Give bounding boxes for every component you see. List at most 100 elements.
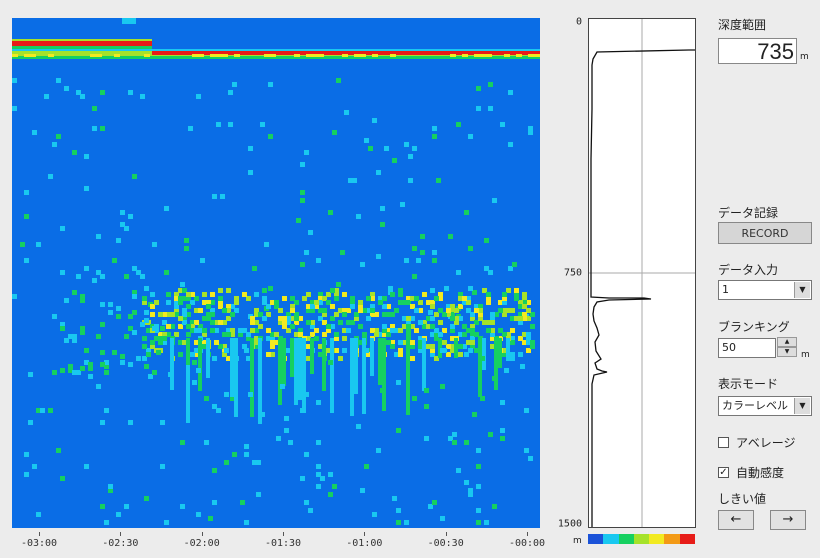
echo-cell [56, 134, 61, 139]
echo-cell [492, 504, 497, 509]
echo-cell [60, 368, 65, 373]
echo-cell [474, 332, 479, 337]
echo-cell [296, 218, 301, 223]
echo-cell [212, 194, 217, 199]
display-mode-label: 表示モード [718, 377, 779, 391]
echo-cell [300, 262, 305, 267]
echo-cell [144, 496, 149, 501]
echo-cell [302, 296, 307, 301]
echo-cell [444, 286, 449, 291]
echo-cell [306, 320, 311, 325]
echo-cell [248, 170, 253, 175]
echo-cell [128, 214, 133, 219]
echo-cell [498, 338, 502, 368]
echo-cell [92, 106, 97, 111]
record-button[interactable]: RECORD [718, 222, 812, 244]
echo-cell [516, 54, 522, 57]
threshold-decrease-button[interactable]: ← [718, 510, 754, 530]
echo-cell [166, 300, 171, 305]
echo-cell [488, 106, 493, 111]
echo-cell [428, 310, 433, 315]
echo-cell [268, 134, 273, 139]
echo-cell [276, 436, 281, 441]
color-scale-swatch [633, 534, 650, 544]
echo-cell [20, 242, 25, 247]
echo-cell [382, 324, 387, 329]
display-mode-select[interactable]: カラーレベル ▼ [718, 396, 812, 416]
color-scale-swatch [664, 534, 680, 544]
echo-cell [180, 282, 185, 287]
threshold-increase-button[interactable]: → [770, 510, 806, 530]
echo-cell [380, 206, 385, 211]
echo-cell [338, 320, 343, 325]
chevron-down-icon[interactable]: ▼ [794, 282, 810, 298]
echo-cell [100, 302, 105, 307]
checkmark-icon: ✓ [719, 467, 728, 478]
echo-cell [472, 412, 477, 417]
chevron-down-icon[interactable]: ▼ [794, 398, 810, 414]
echo-cell [518, 352, 523, 357]
echo-cell [380, 388, 385, 393]
echo-cell [68, 364, 73, 369]
echo-cell [224, 348, 229, 353]
echo-cell [224, 392, 229, 397]
echo-cell [192, 360, 197, 365]
echo-cell [100, 322, 105, 327]
echo-cell [178, 296, 183, 301]
echo-cell [108, 484, 113, 489]
auto-gain-checkbox[interactable]: ✓ [718, 467, 729, 478]
echo-cell [128, 362, 133, 367]
echo-cell [452, 440, 457, 445]
echo-cell [432, 250, 437, 255]
echo-cell [178, 352, 183, 357]
echo-cell [262, 296, 267, 301]
color-scale-swatch [618, 534, 634, 544]
echo-cell [358, 308, 363, 313]
spin-up-icon[interactable]: ▲ [777, 337, 797, 347]
echo-cell [458, 352, 463, 357]
echo-cell [298, 332, 303, 337]
echo-cell [164, 520, 169, 525]
time-tick-mark [201, 532, 203, 536]
echo-cell [504, 54, 510, 57]
echo-cell [24, 214, 29, 219]
data-input-select[interactable]: 1 ▼ [718, 280, 812, 300]
echo-cell [36, 242, 41, 247]
echo-cell [330, 288, 335, 293]
echo-cell [124, 334, 129, 339]
echo-cell [142, 344, 147, 349]
echo-cell [450, 54, 456, 57]
echo-cell [304, 500, 309, 505]
blanking-input[interactable]: 50 [718, 338, 776, 358]
echo-cell [150, 340, 155, 345]
echo-cell [416, 258, 421, 263]
echo-cell [146, 352, 151, 357]
spin-down-icon[interactable]: ▼ [777, 347, 797, 357]
echo-cell [370, 338, 374, 376]
echo-cell [166, 292, 171, 297]
blanking-spinner[interactable]: ▲ ▼ [777, 337, 797, 359]
echo-cell [328, 210, 333, 215]
echo-cell [432, 126, 437, 131]
echo-cell [360, 54, 366, 57]
echo-cell [358, 324, 363, 329]
echo-cell [284, 428, 289, 433]
echo-cell [326, 324, 331, 329]
echo-cell [484, 520, 489, 525]
echo-cell [490, 320, 495, 325]
time-tick-label: -02:00 [183, 538, 220, 549]
echo-cell [534, 54, 540, 57]
echo-cell [342, 54, 348, 57]
depth-profile-plot [589, 19, 695, 527]
echo-cell [412, 246, 417, 251]
echo-cell [230, 338, 234, 358]
average-checkbox[interactable] [718, 437, 729, 448]
echo-cell [294, 316, 299, 321]
echo-cell [218, 296, 223, 301]
echo-cell [316, 258, 321, 263]
echo-cell [466, 340, 471, 345]
echo-cell [180, 504, 185, 509]
echo-cell [256, 460, 261, 465]
echo-cell [100, 126, 105, 131]
echo-cell [348, 178, 353, 183]
